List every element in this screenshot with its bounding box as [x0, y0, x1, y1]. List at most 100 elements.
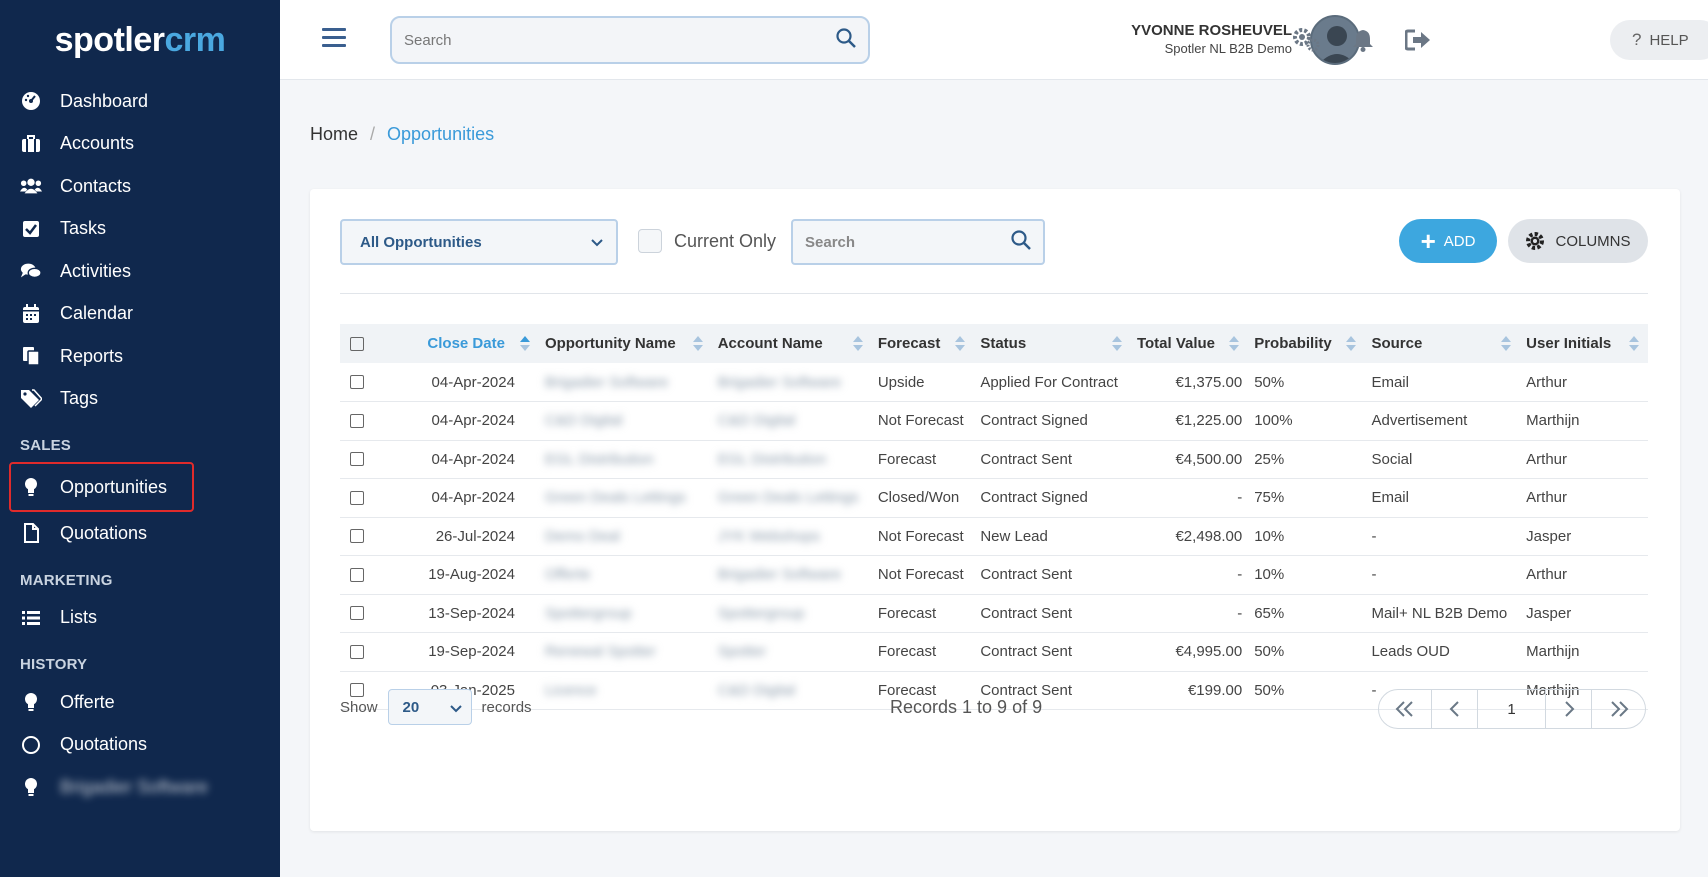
column-probability[interactable]: Probability [1248, 324, 1365, 363]
cell-account-name[interactable]: JYK Webshops [712, 517, 872, 556]
history-item-brigadier[interactable]: Brigadier Software [0, 766, 280, 809]
current-only-toggle[interactable]: Current Only [638, 229, 776, 253]
opportunity-name-text: Licence [544, 681, 597, 699]
row-checkbox[interactable] [350, 413, 364, 428]
global-search[interactable] [390, 16, 870, 64]
columns-button[interactable]: COLUMNS [1508, 219, 1648, 263]
row-checkbox[interactable] [350, 375, 364, 389]
column-user-initials[interactable]: User Initials [1520, 324, 1648, 363]
first-page-button[interactable] [1378, 689, 1432, 729]
cell-account-name[interactable]: Green Deals Lettings [712, 479, 872, 518]
row-checkbox[interactable] [350, 529, 364, 544]
table-row[interactable]: 04-Apr-2024 EGL Distribution EGL Distrib… [340, 440, 1648, 479]
opportunity-name-text: Green Deals Lettings [544, 489, 686, 507]
history-item-offerte[interactable]: Offerte [0, 681, 280, 724]
logout-icon[interactable] [1403, 26, 1433, 54]
search-icon[interactable] [836, 27, 856, 53]
account-name-text: Spottergroup [717, 604, 805, 622]
prev-page-button[interactable] [1432, 689, 1478, 729]
current-only-checkbox[interactable] [638, 229, 662, 253]
sidebar-item-reports[interactable]: Reports [0, 335, 280, 378]
cell-opportunity-name[interactable]: Offerte [539, 556, 712, 595]
last-page-button[interactable] [1592, 689, 1646, 729]
brand-logo[interactable]: spotler crm [0, 0, 280, 80]
cell-account-name[interactable]: EGL Distribution [712, 440, 872, 479]
cell-account-name[interactable]: Spotter [712, 633, 872, 672]
select-all-checkbox[interactable] [350, 336, 364, 351]
header-label: Probability [1254, 335, 1332, 352]
column-total-value[interactable]: Total Value [1131, 324, 1248, 363]
table-row[interactable]: 26-Jul-2024 Demo Deal JYK Webshops Not F… [340, 517, 1648, 556]
sidebar-item-contacts[interactable]: Contacts [0, 165, 280, 208]
table-row[interactable]: 04-Apr-2024 Green Deals Lettings Green D… [340, 479, 1648, 518]
cell-account-name[interactable]: C&D Digital [712, 402, 872, 441]
cell-opportunity-name[interactable]: Brigadier Software [539, 363, 712, 402]
history-item-quotations[interactable]: Quotations [0, 724, 280, 767]
column-source[interactable]: Source [1365, 324, 1520, 363]
table-row[interactable]: 19-Aug-2024 Offerte Brigadier Software N… [340, 556, 1648, 595]
add-button[interactable]: + ADD [1399, 219, 1497, 263]
next-page-button[interactable] [1546, 689, 1592, 729]
account-name-text: JYK Webshops [717, 527, 820, 545]
sidebar-item-calendar[interactable]: Calendar [0, 293, 280, 336]
cell-probability: 50% [1254, 373, 1285, 391]
add-label: ADD [1443, 232, 1476, 250]
columns-label: COLUMNS [1555, 232, 1631, 250]
sidebar-item-accounts[interactable]: Accounts [0, 123, 280, 166]
cell-opportunity-name[interactable]: C&D Digital [539, 402, 712, 441]
table-row[interactable]: 04-Apr-2024 C&D Digital C&D Digital Not … [340, 402, 1648, 441]
column-close-date[interactable]: Close Date [382, 324, 539, 363]
column-status[interactable]: Status [974, 324, 1131, 363]
sidebar-item-tasks[interactable]: Tasks [0, 208, 280, 251]
row-checkbox[interactable] [350, 567, 364, 582]
settings-icon[interactable] [1292, 26, 1322, 54]
cell-opportunity-name[interactable]: Demo Deal [539, 517, 712, 556]
cell-opportunity-name[interactable]: Spottergroup [539, 594, 712, 633]
table-search[interactable] [791, 219, 1045, 265]
cell-total-value: €199.00 [1187, 681, 1243, 699]
cell-account-name[interactable]: Brigadier Software [712, 556, 872, 595]
table-search-input[interactable] [805, 233, 1011, 251]
sidebar-item-lists[interactable]: Lists [0, 597, 280, 640]
sidebar-item-activities[interactable]: Activities [0, 250, 280, 293]
current-page[interactable]: 1 [1478, 689, 1546, 729]
table-row[interactable]: 13-Sep-2024 Spottergroup Spottergroup Fo… [340, 594, 1648, 633]
page-size-select[interactable]: 20 [387, 689, 472, 725]
row-checkbox[interactable] [350, 490, 364, 505]
sidebar-item-opportunities[interactable]: Opportunities [9, 462, 194, 512]
row-checkbox[interactable] [350, 606, 364, 621]
account-name-text: C&D Digital [717, 681, 796, 699]
account-name-text: EGL Distribution [717, 450, 827, 468]
cell-opportunity-name[interactable]: Green Deals Lettings [539, 479, 712, 518]
cell-opportunity-name[interactable]: Renewal Spotter [539, 633, 712, 672]
sidebar-item-quotations[interactable]: Quotations [0, 512, 280, 555]
sidebar-item-dashboard[interactable]: Dashboard [0, 80, 280, 123]
row-checkbox[interactable] [350, 644, 364, 659]
cell-forecast: Not Forecast [877, 412, 964, 430]
help-button[interactable]: ? HELP [1610, 20, 1708, 60]
table-row[interactable]: 19-Sep-2024 Renewal Spotter Spotter Fore… [340, 633, 1648, 672]
search-icon[interactable] [1011, 229, 1031, 255]
sort-icon [1501, 336, 1512, 351]
breadcrumb-home[interactable]: Home [310, 124, 358, 145]
global-search-input[interactable] [404, 31, 836, 49]
cell-status: Applied For Contract [980, 373, 1118, 391]
cell-status: Contract Signed [980, 489, 1088, 507]
opportunity-filter-select[interactable]: All Opportunities [340, 219, 618, 265]
column-forecast[interactable]: Forecast [872, 324, 974, 363]
row-checkbox[interactable] [350, 452, 364, 467]
bell-icon[interactable] [1348, 26, 1378, 54]
menu-toggle-icon[interactable] [322, 28, 346, 50]
column-account-name[interactable]: Account Name [712, 324, 872, 363]
user-info: YVONNE ROSHEUVEL Spotler NL B2B Demo [1110, 22, 1292, 56]
cell-user-initials: Arthur [1526, 450, 1568, 468]
sidebar-item-tags[interactable]: Tags [0, 378, 280, 421]
cell-opportunity-name[interactable]: Licence [539, 671, 712, 710]
cell-opportunity-name[interactable]: EGL Distribution [539, 440, 712, 479]
opportunities-table: Close Date Opportunity Name Account Name… [340, 324, 1648, 710]
table-row[interactable]: 04-Apr-2024 Brigadier Software Brigadier… [340, 363, 1648, 402]
column-opportunity-name[interactable]: Opportunity Name [539, 324, 712, 363]
cell-account-name[interactable]: C&D Digital [712, 671, 872, 710]
cell-account-name[interactable]: Spottergroup [712, 594, 872, 633]
cell-account-name[interactable]: Brigadier Software [712, 363, 872, 402]
